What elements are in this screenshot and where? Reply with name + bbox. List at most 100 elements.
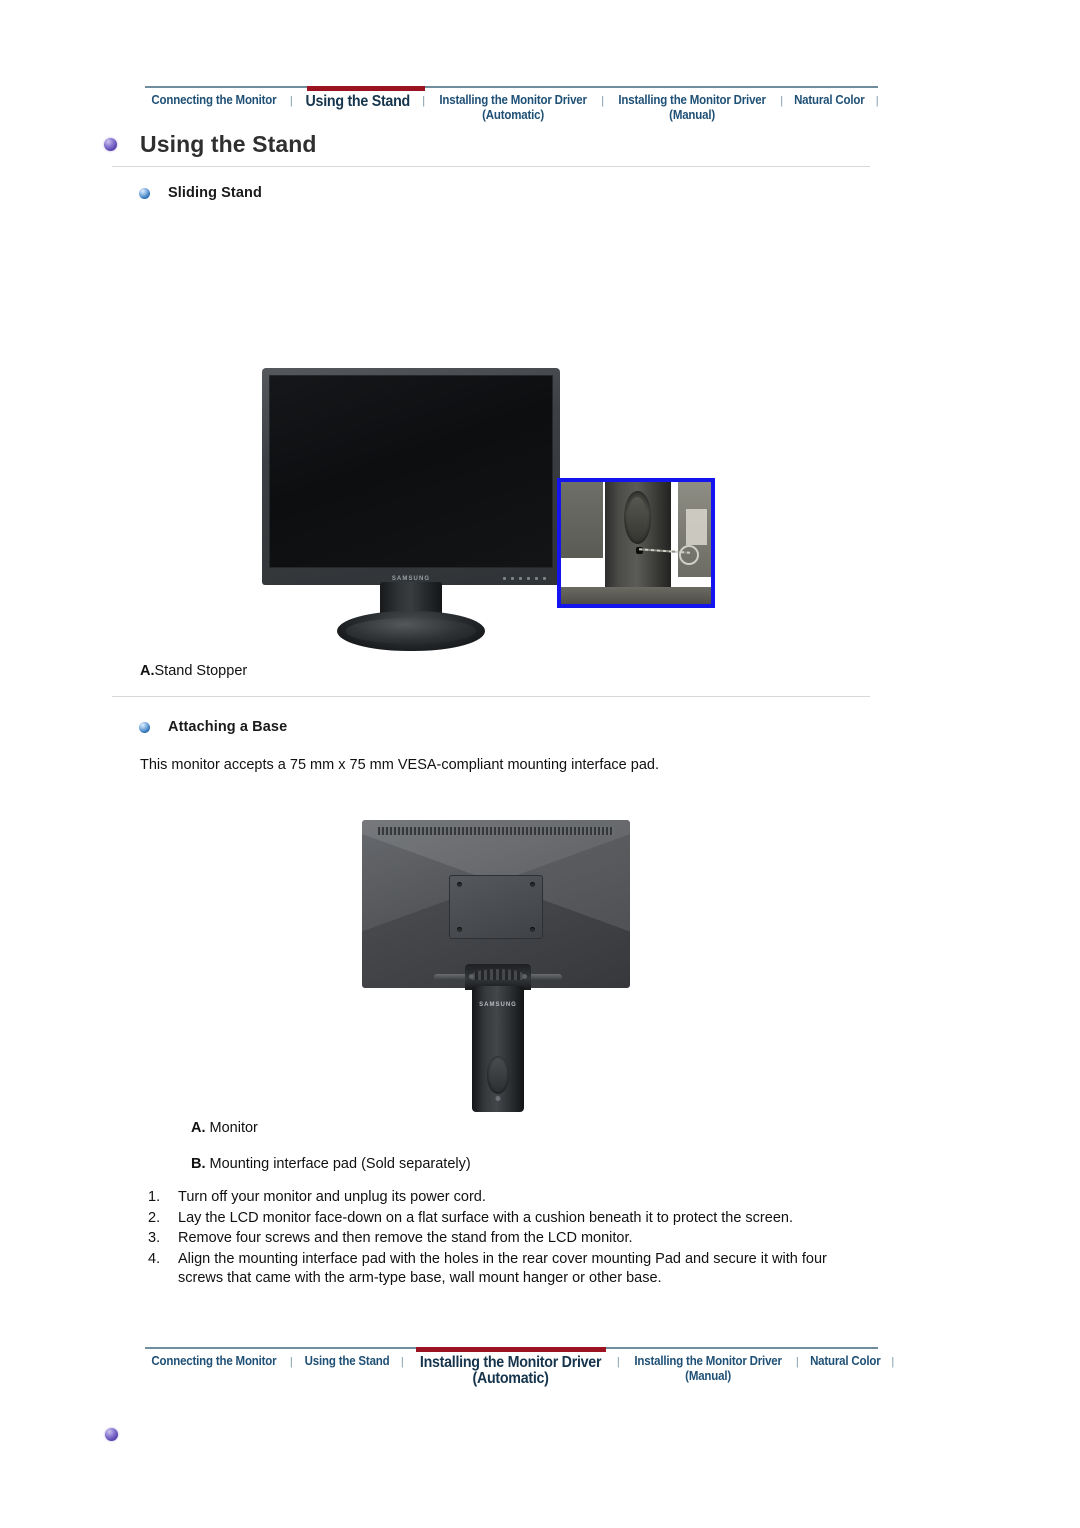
nav-item-label: Installing the Monitor Driver [419, 1354, 602, 1371]
bottom-nav-items: Connecting the Monitor | Using the Stand | I… [143, 1349, 894, 1387]
step-text: Turn off your monitor and unplug its pow… [178, 1189, 486, 1205]
title-divider [112, 166, 870, 167]
monitor-control-buttons [503, 577, 546, 580]
nav-separator: | [400, 1356, 404, 1368]
purple-bullet-icon [104, 138, 117, 151]
figure-sliding-stand: SAMSUNG [252, 368, 722, 651]
nav-separator: | [780, 95, 784, 107]
neck-stopper-hole [495, 1096, 501, 1101]
section-label: Attaching a Base [168, 719, 288, 735]
nav-item-label: Installing the Monitor Driver [618, 93, 767, 107]
active-tab-accent-bar [416, 1347, 606, 1352]
nav-item-installing-the-monitor-driver[interactable]: Installing the Monitor Driver (Manual) [631, 1354, 784, 1383]
instruction-step: 3. Remove four screws and then remove the… [148, 1229, 868, 1249]
nav-item-installing-the-monitor-driver[interactable]: Installing the Monitor Driver (Automatic) [437, 93, 590, 122]
nav-item-natural-color[interactable]: Natural Color [807, 1354, 883, 1369]
nav-item-label: Natural Color [794, 93, 865, 107]
instruction-steps-list: 1. Turn off your monitor and unplug its p… [148, 1188, 868, 1290]
section-divider [112, 696, 870, 697]
inset-oval-recess [623, 490, 652, 545]
nav-item-sublabel: (Automatic) [482, 108, 545, 122]
nav-item-using-the-stand[interactable]: Using the Stand [302, 93, 412, 110]
nav-separator: | [875, 95, 879, 107]
monitor-bezel: SAMSUNG [262, 368, 560, 585]
vesa-screw-hole [530, 927, 535, 933]
figure-monitor-rear-view: SAMSUNG [348, 812, 648, 1112]
hinge-screw [469, 974, 474, 979]
nav-separator: | [289, 95, 293, 107]
vesa-screw-hole [530, 882, 535, 888]
instruction-step: 2. Lay the LCD monitor face-down on a fla… [148, 1209, 868, 1229]
nav-item-installing-the-monitor-driver[interactable]: Installing the Monitor Driver (Automatic) [417, 1354, 604, 1387]
brand-logo: SAMSUNG [479, 1002, 517, 1008]
inset-label-sticker [685, 508, 707, 546]
nav-item-label: Installing the Monitor Driver [634, 1354, 782, 1368]
nav-item-label: Installing the Monitor Driver [439, 93, 587, 107]
label-text: Mounting interface pad (Sold separately) [205, 1156, 471, 1172]
monitor-rear-panel [362, 820, 630, 988]
footer-purple-bullet-icon[interactable] [105, 1428, 118, 1441]
nav-item-label: Connecting the Monitor [151, 93, 277, 107]
caption-text: Stand Stopper [154, 663, 248, 679]
nav-separator: | [289, 1356, 293, 1368]
page-title-block: Using the Stand [104, 131, 317, 158]
nav-item-natural-color[interactable]: Natural Color [791, 93, 867, 108]
bottom-navigation-bar: Connecting the Monitor | Using the Stand | I… [143, 1347, 894, 1387]
nav-item-label: Connecting the Monitor [151, 1354, 277, 1368]
nav-item-label: Natural Color [809, 1354, 881, 1368]
vesa-mounting-pad [449, 875, 543, 940]
top-navigation-bar: Connecting the Monitor | Using the Stand | I… [143, 86, 880, 122]
nav-separator: | [795, 1356, 799, 1368]
inset-photo [561, 482, 711, 604]
label-mounting-pad: B. Mounting interface pad (Sold separate… [191, 1154, 471, 1174]
inset-stand-column [604, 482, 671, 604]
nav-item-using-the-stand[interactable]: Using the Stand [302, 1354, 392, 1369]
step-text: Remove four screws and then remove the s… [178, 1230, 633, 1246]
stand-neck-rear: SAMSUNG [472, 986, 524, 1112]
blue-bullet-icon [139, 721, 150, 733]
label-text: Monitor [205, 1120, 258, 1136]
step-number: 3. [148, 1230, 161, 1246]
caption-stand-stopper: A.Stand Stopper [140, 661, 247, 681]
page-title: Using the Stand [140, 131, 317, 157]
active-tab-accent-bar [307, 86, 425, 91]
label-letter: B. [191, 1156, 206, 1172]
monitor-screen [269, 375, 553, 568]
instruction-step: 4. Align the mounting interface pad with … [148, 1250, 868, 1289]
section-heading-sliding-stand: Sliding Stand [139, 185, 262, 201]
nav-item-sublabel: (Manual) [684, 1369, 731, 1383]
nav-item-label: Using the Stand [304, 1354, 390, 1368]
monitor-stand-base [337, 611, 485, 651]
vesa-description: This monitor accepts a 75 mm x 75 mm VES… [140, 757, 659, 773]
hinge-screw [522, 974, 527, 979]
nav-separator: | [422, 95, 426, 107]
nav-item-installing-the-monitor-driver[interactable]: Installing the Monitor Driver (Manual) [616, 93, 769, 122]
step-text: Lay the LCD monitor face-down on a flat … [178, 1209, 793, 1226]
step-text: Align the mounting interface pad with th… [178, 1250, 827, 1287]
step-number: 4. [148, 1250, 161, 1267]
blue-bullet-icon [139, 187, 150, 199]
neck-oval-recess [487, 1056, 509, 1094]
vesa-screw-hole [457, 927, 462, 933]
section-heading-attaching-a-base: Attaching a Base [139, 719, 287, 735]
top-nav-items: Connecting the Monitor | Using the Stand | I… [143, 88, 880, 122]
instruction-step: 1. Turn off your monitor and unplug its p… [148, 1188, 868, 1208]
nav-item-sublabel: (Manual) [669, 108, 716, 122]
inset-floor [561, 586, 711, 604]
nav-separator: | [601, 95, 605, 107]
rear-vent-grille [378, 826, 614, 835]
nav-item-sublabel: (Automatic) [472, 1370, 549, 1387]
section-label: Sliding Stand [168, 185, 262, 201]
vesa-screw-hole [457, 882, 462, 888]
monitor-front-view: SAMSUNG [262, 368, 560, 651]
nav-separator: | [891, 1356, 895, 1368]
label-letter: A. [191, 1120, 206, 1136]
nav-item-connecting-the-monitor[interactable]: Connecting the Monitor [149, 93, 280, 108]
nav-item-label: Using the Stand [305, 93, 410, 110]
nav-separator: | [616, 1356, 620, 1368]
inset-background-left [561, 482, 603, 558]
caption-letter: A. [140, 663, 155, 679]
step-number: 2. [148, 1209, 161, 1226]
nav-item-connecting-the-monitor[interactable]: Connecting the Monitor [149, 1354, 280, 1369]
stand-stopper-detail-inset [557, 478, 715, 608]
